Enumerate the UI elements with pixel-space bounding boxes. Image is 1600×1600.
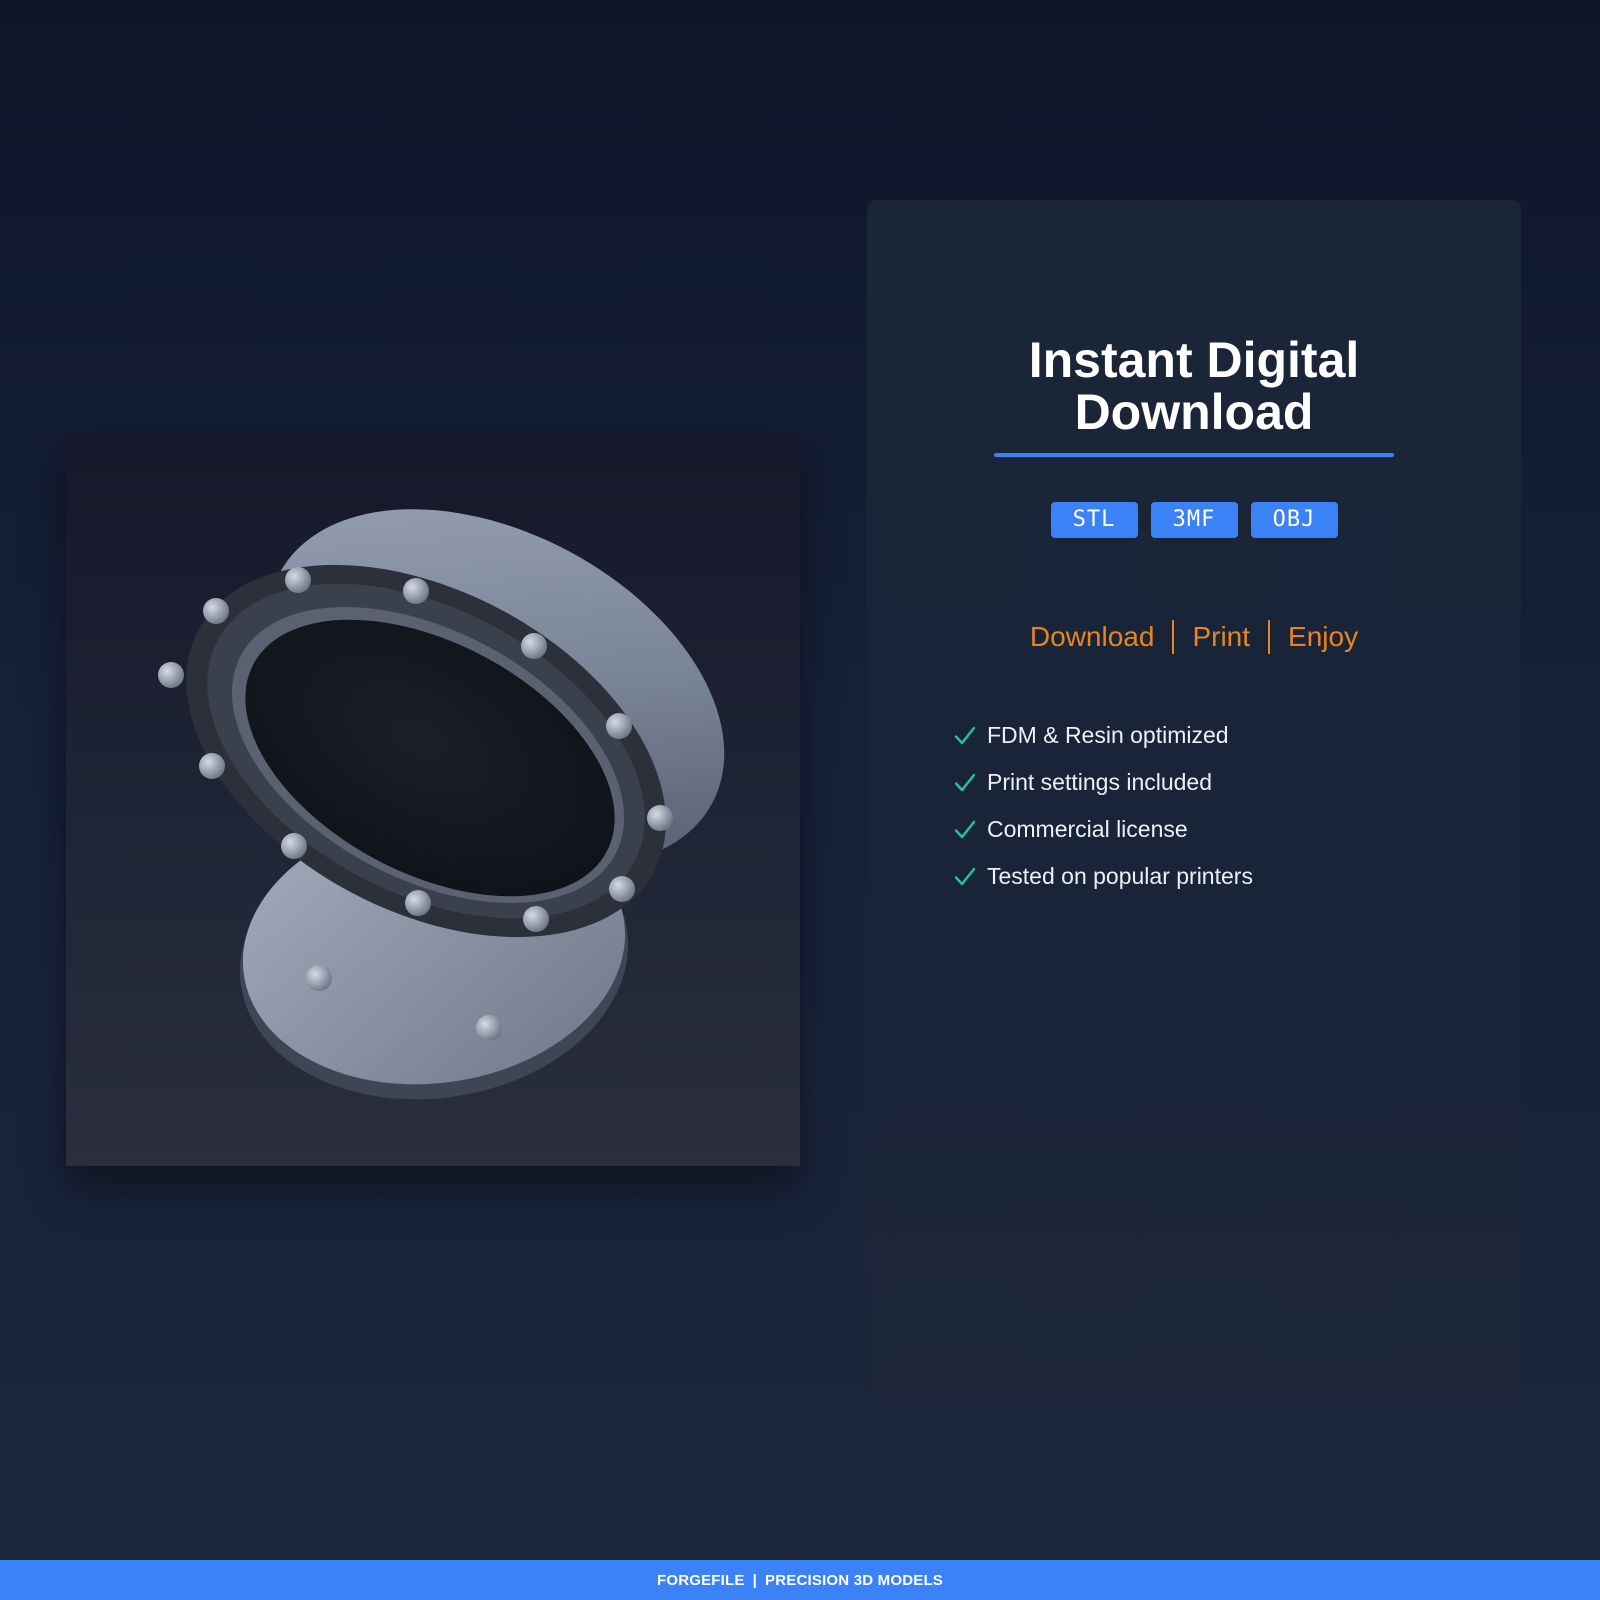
- step-separator: [1172, 620, 1175, 654]
- feature-label: Tested on popular printers: [987, 863, 1253, 889]
- feature-list: FDM & Resin optimized Print settings inc…: [953, 712, 1253, 900]
- format-tag-obj: OBJ: [1250, 502, 1338, 538]
- check-icon: [954, 867, 976, 885]
- list-item: Tested on popular printers: [953, 853, 1253, 900]
- feature-label: Commercial license: [987, 816, 1188, 842]
- steps-row: Download Print Enjoy: [867, 620, 1521, 654]
- list-item: Print settings included: [953, 759, 1253, 806]
- footer-separator: |: [752, 1571, 758, 1589]
- step-separator: [1268, 620, 1271, 654]
- footer-brand: FORGEFILE: [656, 1571, 745, 1589]
- product-image: [66, 433, 800, 1166]
- check-icon: [954, 773, 976, 791]
- footer-tagline: PRECISION 3D MODELS: [765, 1571, 944, 1589]
- format-tag-stl: STL: [1050, 502, 1138, 538]
- feature-label: FDM & Resin optimized: [987, 722, 1229, 748]
- step-enjoy: Enjoy: [1288, 621, 1359, 652]
- list-item: Commercial license: [953, 806, 1253, 853]
- title-underline: [994, 453, 1394, 457]
- step-download: Download: [1029, 621, 1155, 652]
- step-print: Print: [1192, 621, 1251, 652]
- check-icon: [954, 726, 976, 744]
- info-card: Instant Digital Download STL 3MF OBJ Dow…: [867, 200, 1521, 1400]
- feature-label: Print settings included: [987, 769, 1213, 795]
- flange-model-icon: [158, 509, 725, 1100]
- check-icon: [954, 820, 976, 838]
- title-line-2: Download: [1074, 384, 1314, 440]
- page-title: Instant Digital Download: [867, 334, 1521, 438]
- list-item: FDM & Resin optimized: [953, 712, 1253, 759]
- format-tag-3mf: 3MF: [1150, 502, 1238, 538]
- title-line-1: Instant Digital: [1028, 332, 1360, 388]
- footer-bar: FORGEFILE | PRECISION 3D MODELS: [0, 1560, 1600, 1600]
- format-tags: STL 3MF OBJ: [867, 502, 1521, 538]
